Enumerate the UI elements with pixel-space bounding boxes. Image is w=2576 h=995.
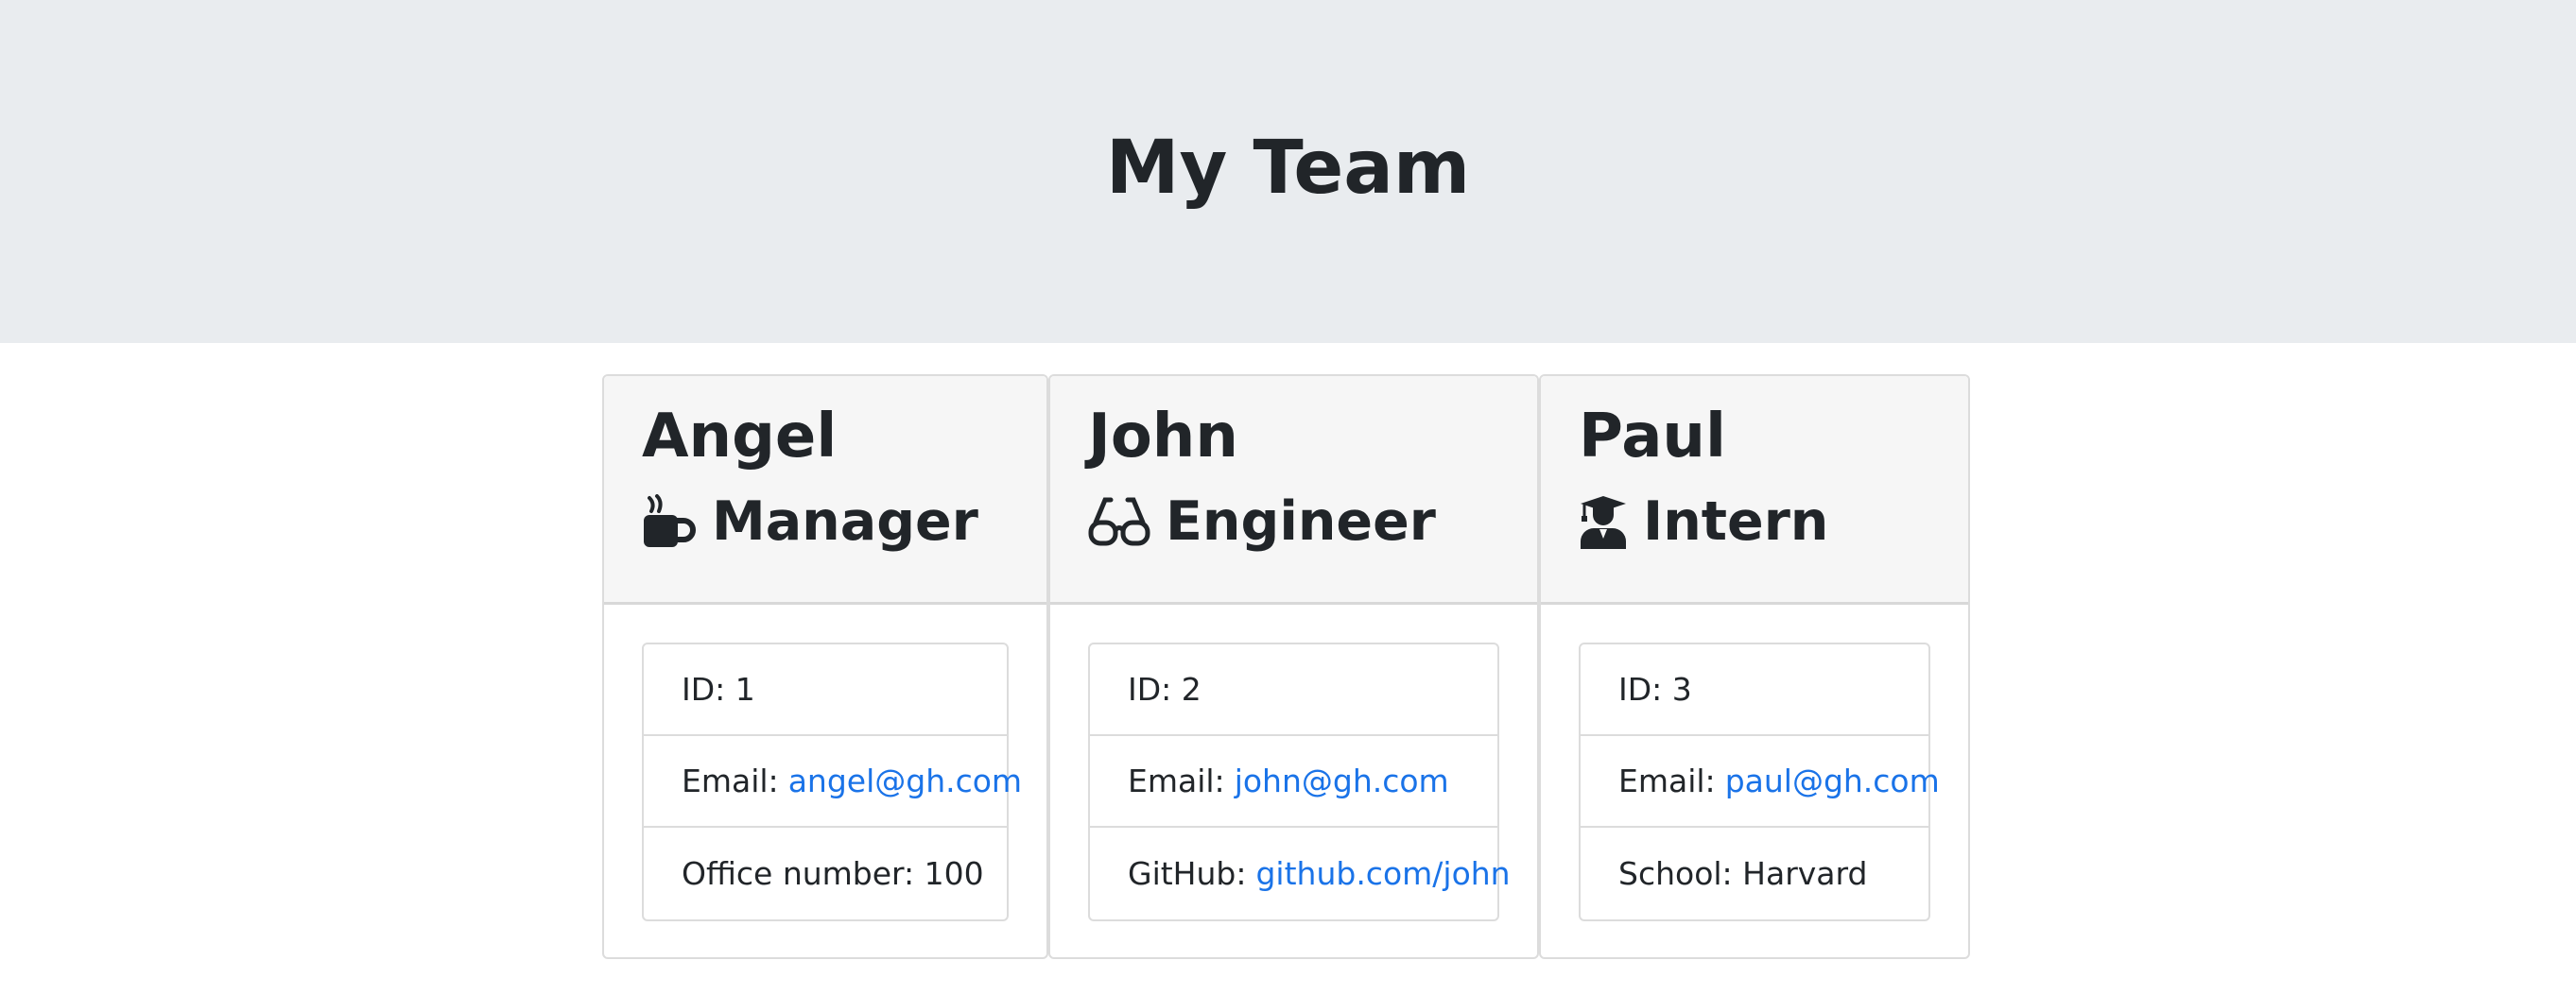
employee-office-number: Office number: 100 [644,828,1007,919]
school-text: School: Harvard [1618,855,1868,892]
email-label: Email: [1128,763,1225,799]
email-link[interactable]: angel@gh.com [788,763,1022,799]
email-label: Email: [682,763,779,799]
employee-github: GitHub: github.com/john [1090,828,1511,919]
employee-card-intern: Paul Intern ID: 3 Email: paul@gh.com Sch… [1539,374,1970,959]
id-text: ID: 2 [1128,671,1202,708]
email-link[interactable]: john@gh.com [1235,763,1449,799]
employee-id: ID: 1 [644,644,1007,736]
role-label: Intern [1643,490,1829,553]
card-header: Paul Intern [1541,376,1968,605]
employee-role: Intern [1579,488,1828,556]
employee-card-manager: Angel Manager ID: 1 Email: angel@gh.com … [602,374,1048,959]
glasses-icon [1088,497,1150,546]
email-label: Email: [1618,763,1716,799]
github-link[interactable]: github.com/john [1255,855,1510,892]
employee-name: Paul [1579,402,1726,472]
employee-id: ID: 2 [1090,644,1497,736]
employee-name: Angel [642,402,838,472]
employee-email: Email: paul@gh.com [1581,736,1940,828]
card-header: John Engineer [1050,376,1537,605]
employee-email: Email: angel@gh.com [644,736,1022,828]
employee-name: John [1088,402,1238,472]
graduate-icon [1581,496,1626,549]
employee-id: ID: 3 [1581,644,1928,736]
employee-details-list: ID: 3 Email: paul@gh.com School: Harvard [1579,643,1940,921]
employee-role: Manager [642,488,978,556]
id-text: ID: 1 [682,671,755,708]
id-text: ID: 3 [1618,671,1692,708]
card-header: Angel Manager [604,376,1046,605]
role-label: Engineer [1166,490,1436,553]
employee-role: Engineer [1088,488,1436,556]
email-link[interactable]: paul@gh.com [1725,763,1940,799]
role-label: Manager [712,490,978,553]
employee-details-list: ID: 2 Email: john@gh.com GitHub: github.… [1088,643,1511,921]
employee-school: School: Harvard [1581,828,1928,919]
page-title: My Team [1105,126,1471,211]
employee-card-engineer: John Engineer ID: 2 Email: john@gh.com G… [1048,374,1539,959]
coffee-mug-icon [644,494,696,547]
employee-details-list: ID: 1 Email: angel@gh.com Office number:… [642,643,1022,921]
github-label: GitHub: [1128,855,1247,892]
page-header: My Team [0,0,2576,343]
office-number-text: Office number: 100 [682,855,984,892]
employee-email: Email: john@gh.com [1090,736,1497,828]
